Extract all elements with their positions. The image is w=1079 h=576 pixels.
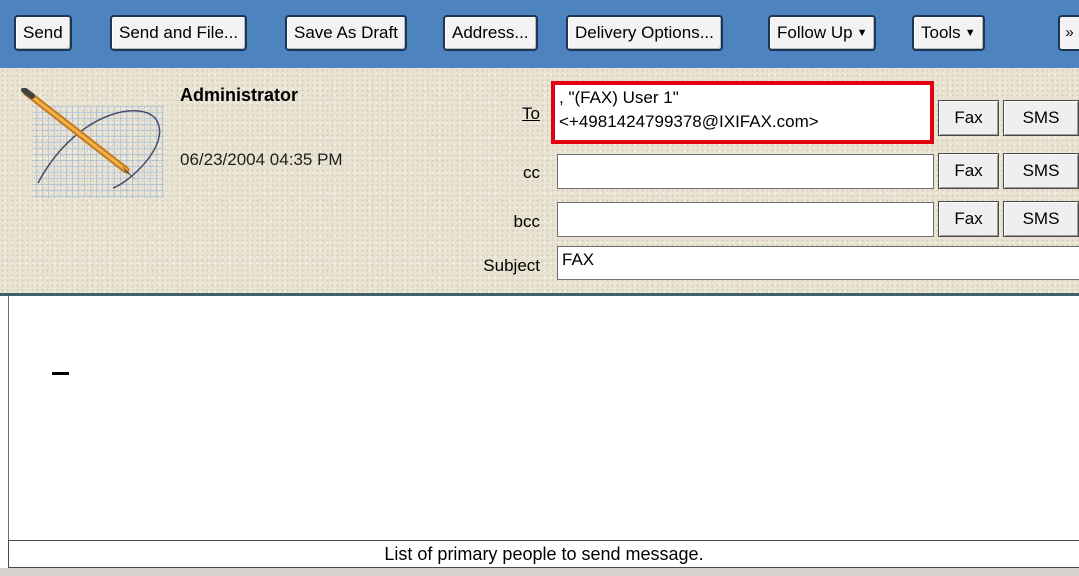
send-button[interactable]: Send: [14, 15, 72, 51]
status-bar: List of primary people to send message.: [8, 540, 1079, 568]
window-bottom-edge: [0, 568, 1079, 576]
caret-down-icon: ▼: [856, 27, 868, 39]
bcc-label: bcc: [513, 212, 540, 231]
delivery-options-button[interactable]: Delivery Options...: [566, 15, 723, 51]
bcc-fax-button[interactable]: Fax: [938, 201, 999, 237]
send-button-label: Send: [23, 23, 63, 42]
send-and-file-button-label: Send and File...: [119, 23, 239, 42]
tools-button[interactable]: Tools ▼: [912, 15, 985, 51]
cc-sms-button[interactable]: SMS: [1003, 153, 1079, 189]
subject-label: Subject: [483, 256, 540, 275]
to-field[interactable]: , "(FAX) User 1"<+4981424799378@IXIFAX.c…: [551, 81, 934, 144]
message-date: 06/23/2004 04:35 PM: [180, 150, 343, 169]
send-and-file-button[interactable]: Send and File...: [110, 15, 248, 51]
address-button-label: Address...: [452, 23, 529, 42]
address-button[interactable]: Address...: [443, 15, 538, 51]
double-chevron-down-icon[interactable]: »: [1058, 15, 1079, 51]
cc-fax-button[interactable]: Fax: [938, 153, 999, 189]
cc-label: cc: [523, 163, 540, 182]
to-label[interactable]: To: [500, 104, 540, 124]
tools-button-label: Tools: [921, 23, 961, 42]
follow-up-button[interactable]: Follow Up ▼: [768, 15, 877, 51]
subject-field[interactable]: FAX: [557, 246, 1079, 280]
to-sms-button[interactable]: SMS: [1003, 100, 1079, 136]
toolbar: Send Send and File... Save As Draft Addr…: [0, 0, 1079, 68]
save-as-draft-button-label: Save As Draft: [294, 23, 398, 42]
text-cursor: [52, 372, 69, 375]
cc-field[interactable]: [557, 154, 934, 189]
message-body[interactable]: [8, 296, 1079, 540]
delivery-options-button-label: Delivery Options...: [575, 23, 714, 42]
pen-on-grid-icon: [21, 88, 164, 198]
save-as-draft-button[interactable]: Save As Draft: [285, 15, 407, 51]
sender-name: Administrator: [180, 85, 299, 105]
bcc-field[interactable]: [557, 202, 934, 237]
bcc-sms-button[interactable]: SMS: [1003, 201, 1079, 237]
caret-down-icon: ▼: [964, 27, 976, 39]
follow-up-button-label: Follow Up: [777, 23, 853, 42]
to-fax-button[interactable]: Fax: [938, 100, 999, 136]
